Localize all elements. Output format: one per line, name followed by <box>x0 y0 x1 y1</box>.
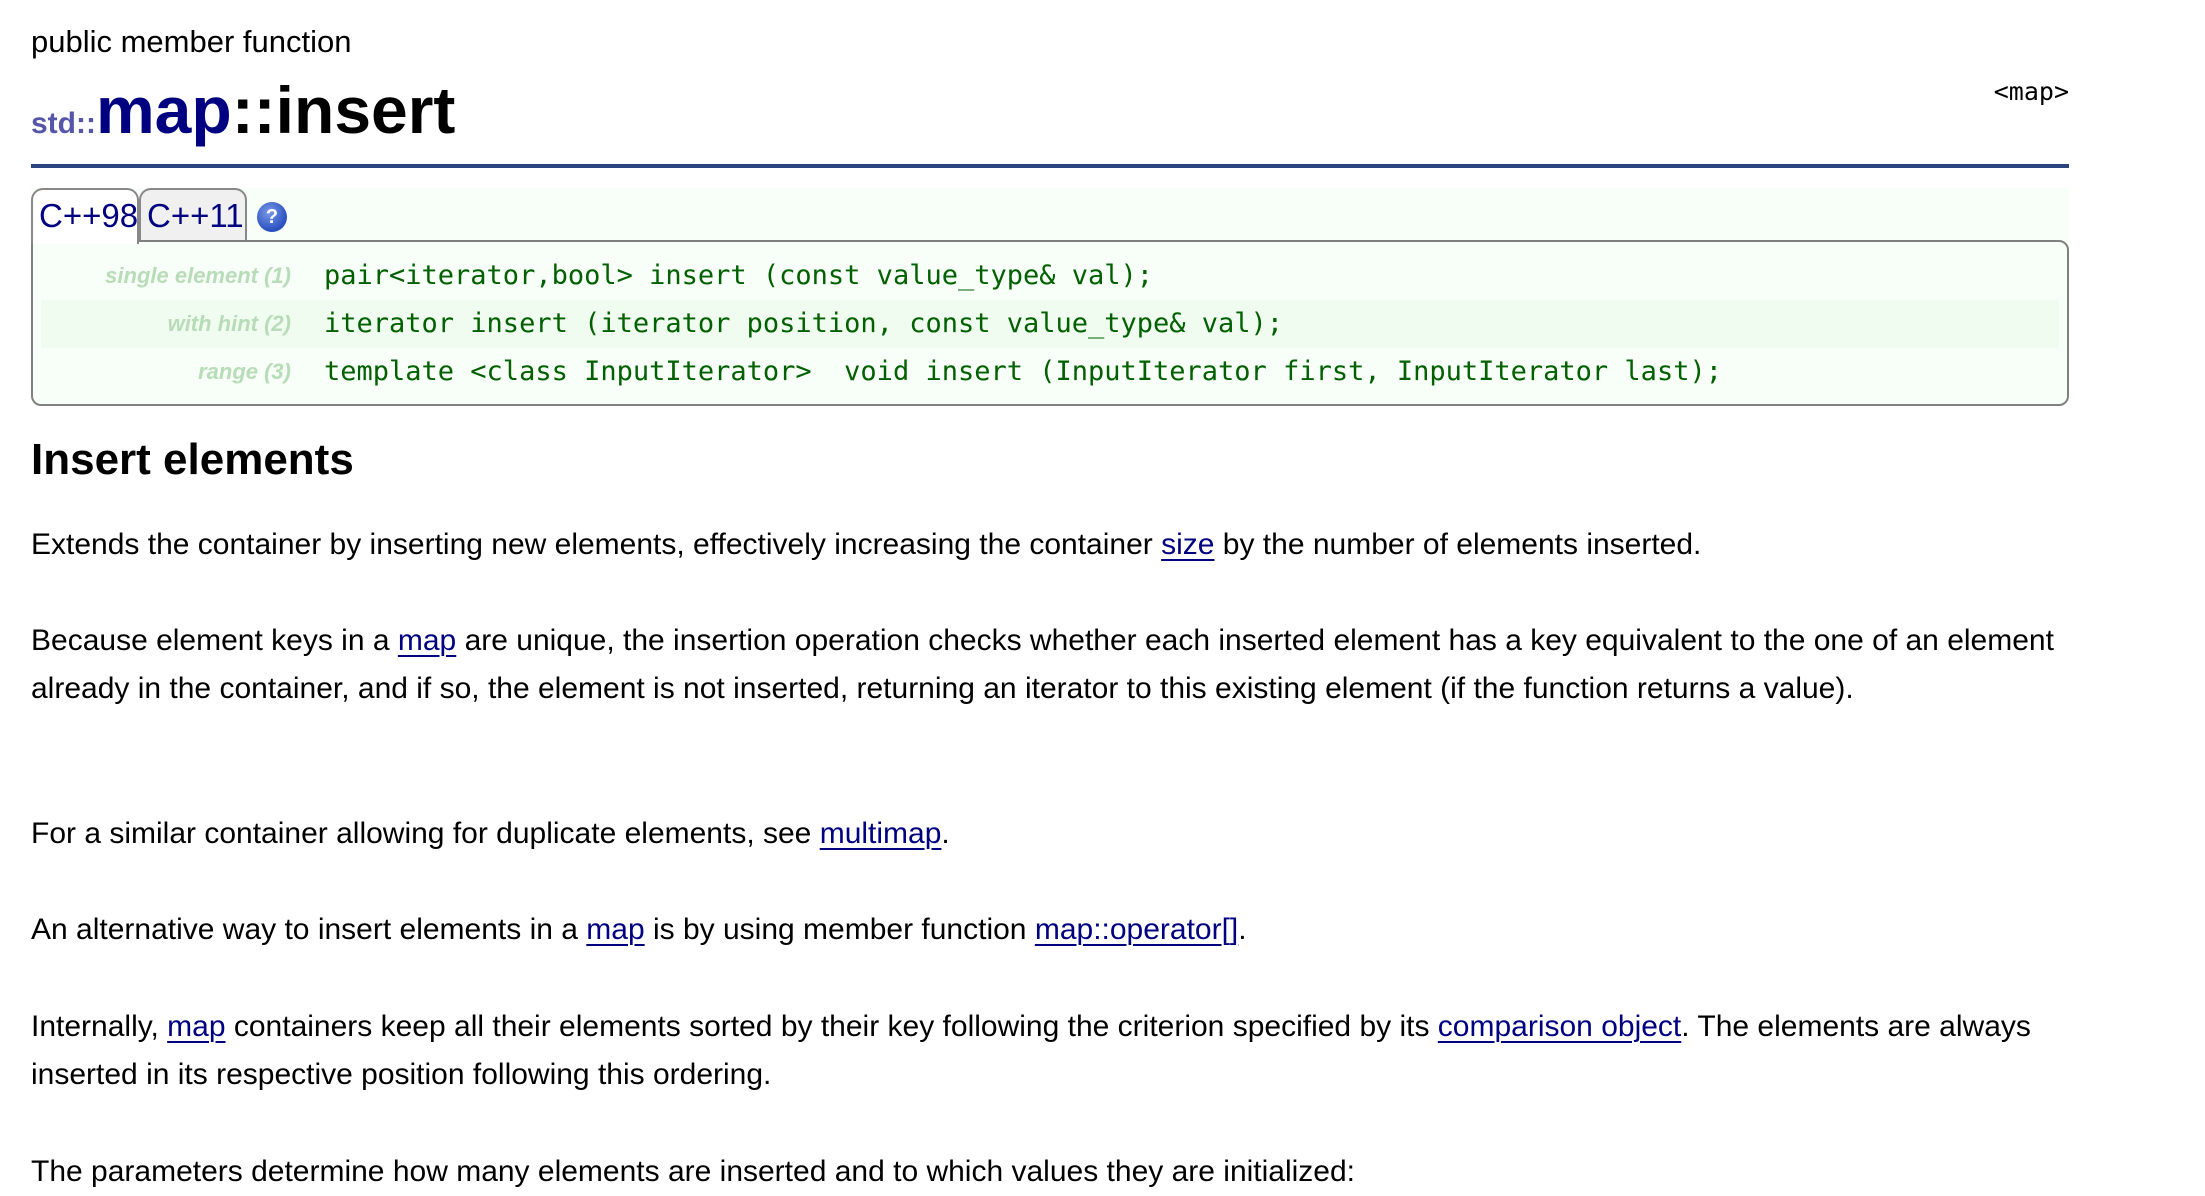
prototype-row: with hint (2) iterator insert (iterator … <box>41 300 2059 348</box>
text: Internally, <box>31 1010 168 1043</box>
title-rule <box>31 164 2069 168</box>
paragraph: An alternative way to insert elements in… <box>31 906 2071 954</box>
link-multimap[interactable]: multimap <box>820 817 942 850</box>
text: . <box>941 817 950 850</box>
title-namespace: std:: <box>31 107 96 140</box>
prototype-row: single element (1) pair<iterator,bool> i… <box>41 252 2059 300</box>
tab-cpp11[interactable]: C++11 <box>139 188 247 240</box>
text: is by using member function <box>644 913 1035 946</box>
prototype-box: single element (1) pair<iterator,bool> i… <box>31 240 2069 406</box>
prototype-label: range (3) <box>198 359 291 384</box>
member-kind: public member function <box>31 24 352 59</box>
help-icon[interactable]: ? <box>257 202 287 232</box>
text: Because element keys in a <box>31 624 398 657</box>
text: For a similar container allowing for dup… <box>31 817 820 850</box>
prototype-code: iterator insert (iterator position, cons… <box>324 308 1284 339</box>
title-class: map <box>95 73 232 147</box>
link-map[interactable]: map <box>398 624 456 657</box>
prototype-code: template <class InputIterator> void inse… <box>324 356 1722 387</box>
prototype-label: single element (1) <box>105 263 291 288</box>
text: . <box>1238 913 1247 946</box>
link-map-operator[interactable]: map::operator[] <box>1035 913 1238 946</box>
title-function: ::insert <box>231 73 456 147</box>
paragraph: Internally, map containers keep all thei… <box>31 1003 2071 1099</box>
paragraph: Extends the container by inserting new e… <box>31 521 2071 569</box>
link-map[interactable]: map <box>586 913 644 946</box>
prototype-row: range (3) template <class InputIterator>… <box>41 348 2059 396</box>
prototype-code: pair<iterator,bool> insert (const value_… <box>324 260 1154 291</box>
paragraph: Because element keys in a map are unique… <box>31 617 2071 713</box>
prototype-label: with hint (2) <box>167 311 291 336</box>
link-comparison-object[interactable]: comparison object <box>1438 1010 1681 1043</box>
text: Extends the container by inserting new e… <box>31 528 1162 561</box>
link-size[interactable]: size <box>1161 528 1214 561</box>
tab-cpp98[interactable]: C++98 <box>31 188 139 244</box>
page-title: std::map::insert <box>31 72 455 152</box>
header-reference: <map> <box>1993 77 2069 106</box>
text: containers keep all their elements sorte… <box>225 1010 1438 1043</box>
paragraph: The parameters determine how many elemen… <box>31 1155 1356 1188</box>
text: by the number of elements inserted. <box>1214 528 1702 561</box>
text: An alternative way to insert elements in… <box>31 913 587 946</box>
paragraph: For a similar container allowing for dup… <box>31 810 2071 858</box>
version-tabs: C++98 C++11 ? <box>31 188 2069 244</box>
section-heading: Insert elements <box>31 435 354 484</box>
link-map[interactable]: map <box>167 1010 225 1043</box>
